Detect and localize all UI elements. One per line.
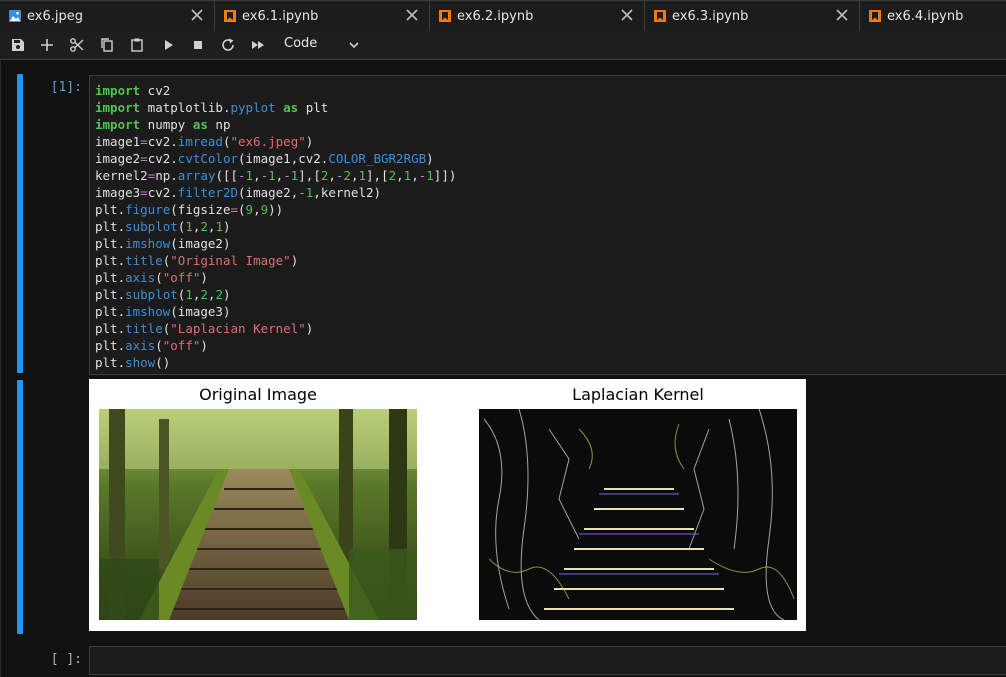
close-icon[interactable] [835,8,849,22]
paste-icon[interactable] [129,37,145,53]
notebook-icon [439,10,451,22]
tab-label: ex6.1.ipynb [242,8,319,24]
save-icon[interactable] [10,37,26,53]
notebook-panel: [1]: import cv2 import matplotlib.pyplot… [0,60,1006,677]
laplacian-image [479,409,797,620]
input-prompt: [1]: [50,80,82,95]
cell-type-select[interactable]: Code [284,36,317,51]
cut-icon[interactable] [69,37,85,53]
close-icon[interactable] [190,8,204,22]
notebook-icon [869,10,881,22]
subplot-title-original: Original Image [199,385,317,404]
stop-icon[interactable] [190,37,206,53]
tab-ex6-1[interactable]: ex6.1.ipynb [215,0,430,31]
cell-output-collapser[interactable] [17,380,23,634]
notebook-toolbar: Code [0,31,1006,60]
image-file-icon [9,10,21,22]
chevron-down-icon[interactable] [348,40,360,50]
tab-bar: ex6.jpeg ex6.1.ipynb ex6.2.ipynb ex6.3.i… [0,0,1006,32]
tab-ex6-3[interactable]: ex6.3.ipynb [645,0,860,31]
fast-forward-icon[interactable] [250,37,266,53]
tab-label: ex6.4.ipynb [887,8,964,24]
subplot-title-laplacian: Laplacian Kernel [572,385,704,404]
code-editor-empty[interactable] [89,646,1006,675]
output-figure: Original Image Laplacian Kernel [89,379,806,631]
tab-ex6-jpeg[interactable]: ex6.jpeg [0,0,215,31]
tab-label: ex6.jpeg [27,8,83,24]
run-icon[interactable] [160,37,176,53]
add-cell-icon[interactable] [39,37,55,53]
input-prompt: [ ]: [50,652,82,667]
code-text: import cv2 import matplotlib.pyplot as p… [95,83,457,370]
close-icon[interactable] [405,8,419,22]
cell-input-collapser[interactable] [17,74,23,373]
notebook-icon [224,10,236,22]
tab-ex6-2[interactable]: ex6.2.ipynb [430,0,645,31]
close-icon[interactable] [620,8,634,22]
tab-ex6-4[interactable]: ex6.4.ipynb [860,0,1006,31]
tab-label: ex6.2.ipynb [457,8,534,24]
notebook-icon [654,10,666,22]
code-editor[interactable]: import cv2 import matplotlib.pyplot as p… [89,75,1006,375]
copy-icon[interactable] [99,37,115,53]
restart-icon[interactable] [220,37,236,53]
tab-label: ex6.3.ipynb [672,8,749,24]
original-image [99,409,417,620]
